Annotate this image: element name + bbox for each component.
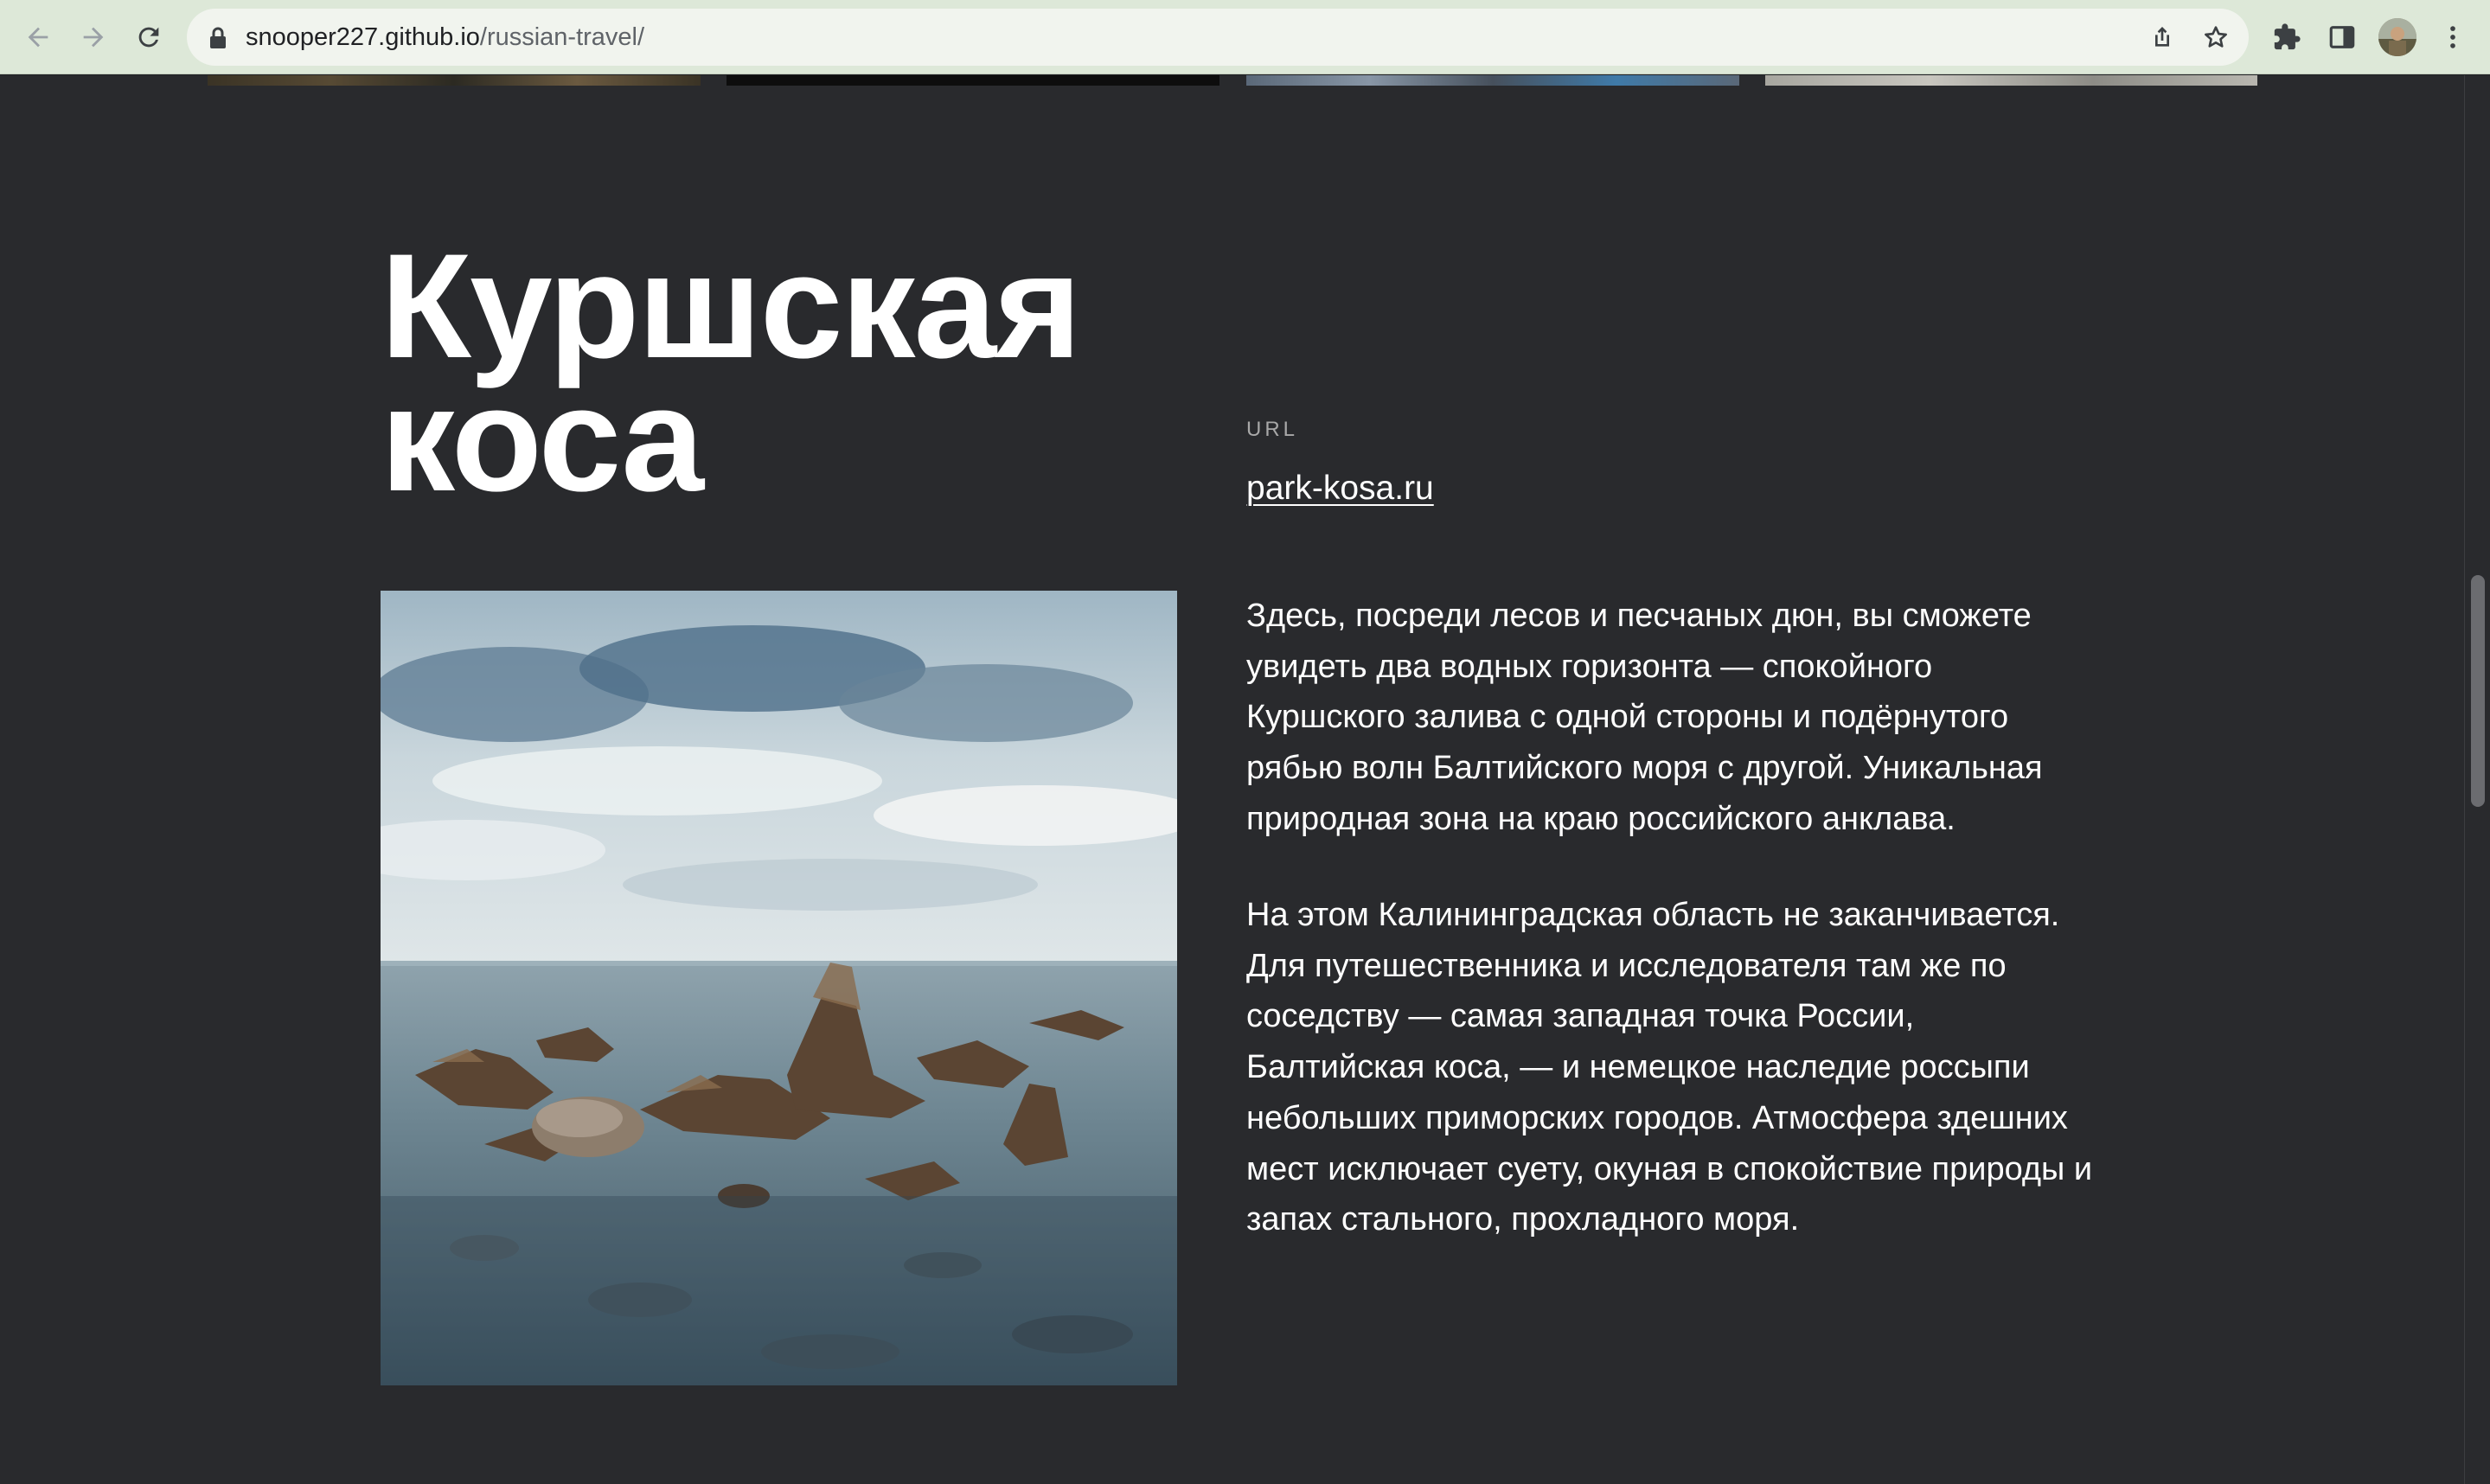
gallery-thumbnail (1765, 75, 2257, 86)
side-panel-icon[interactable] (2323, 18, 2361, 56)
page-scrollbar[interactable] (2464, 75, 2490, 1484)
url-label: URL (1246, 418, 1299, 441)
share-icon[interactable] (2147, 22, 2178, 53)
browser-toolbar: snooper227.github.io/russian-travel/ (0, 0, 2490, 74)
place-title-line2: коса (381, 356, 704, 522)
lock-icon[interactable] (208, 27, 228, 49)
description-paragraph-1: Здесь, посреди лесов и песчаных дюн, вы … (1246, 598, 2043, 837)
description-paragraph-2: На этом Калининградская область не закан… (1246, 897, 2093, 1238)
scrollbar-thumb[interactable] (2471, 575, 2485, 807)
extensions-puzzle-icon[interactable] (2268, 18, 2306, 56)
gallery-thumbnail (208, 75, 701, 86)
menu-kebab-icon[interactable] (2434, 18, 2472, 56)
profile-avatar[interactable] (2378, 18, 2416, 56)
place-title: Куршская коса (381, 232, 1159, 514)
gallery-thumbnail (727, 75, 1219, 86)
address-bar[interactable]: snooper227.github.io/russian-travel/ (187, 9, 2249, 66)
reload-icon[interactable] (130, 18, 168, 56)
bookmark-star-icon[interactable] (2200, 22, 2231, 53)
forward-arrow-icon[interactable] (74, 18, 112, 56)
url-path: /russian-travel/ (479, 23, 645, 51)
place-url-link[interactable]: park-kosa.ru (1246, 470, 1434, 508)
back-arrow-icon[interactable] (19, 18, 57, 56)
place-photo (381, 591, 1177, 1385)
url-host: snooper227.github.io (246, 23, 480, 51)
url-text[interactable]: snooper227.github.io/russian-travel/ (246, 23, 644, 51)
page-content: Куршская коса URL park-kosa.ru Здесь, по… (0, 75, 2464, 1484)
gallery-strip (0, 75, 2464, 86)
gallery-thumbnail (1246, 75, 1739, 86)
